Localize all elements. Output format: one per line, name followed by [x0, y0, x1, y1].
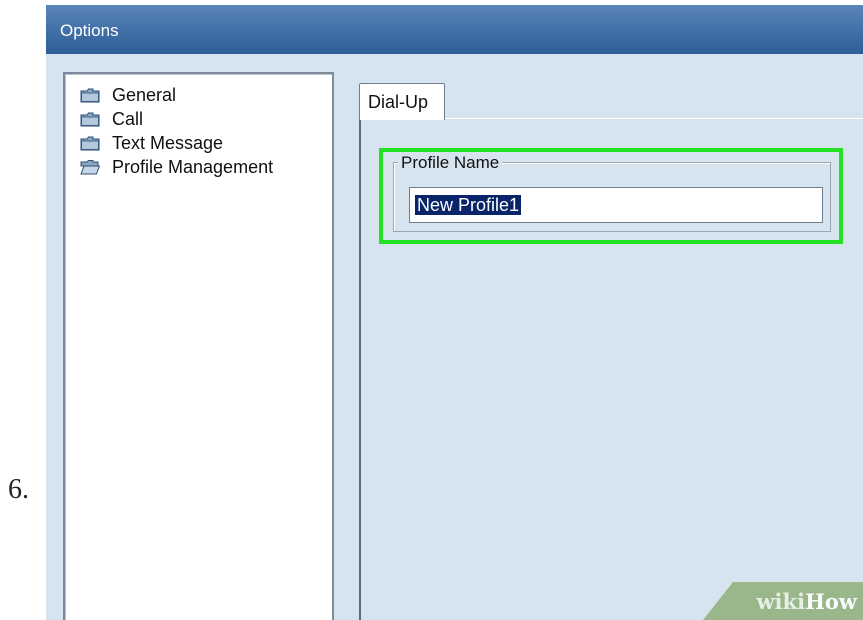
profile-name-label: Profile Name	[398, 153, 503, 173]
profile-name-input[interactable]: New Profile1	[409, 187, 823, 223]
tree-item-label: General	[112, 84, 177, 105]
tab-label: Dial-Up	[368, 92, 429, 112]
folder-closed-icon	[80, 88, 100, 102]
watermark-part2: How	[805, 589, 857, 614]
dialog-body: General Call Text Message Profile Manage…	[46, 54, 863, 620]
options-window: Options General Call Text Message Profil…	[46, 5, 863, 620]
profile-name-value: New Profile1	[415, 195, 522, 215]
folder-closed-icon	[80, 112, 100, 126]
tree-item-general[interactable]: General	[80, 83, 176, 107]
profile-name-group: Profile Name New Profile1	[393, 153, 831, 232]
options-tree: General Call Text Message Profile Manage…	[63, 72, 334, 620]
highlight-box: Profile Name New Profile1	[379, 148, 843, 244]
tree-item-label: Text Message	[112, 132, 224, 153]
folder-open-icon	[80, 159, 100, 174]
watermark-part1: wiki	[756, 589, 806, 614]
tree-item-label: Call	[112, 108, 144, 129]
tree-item-label: Profile Management	[112, 156, 274, 177]
watermark-logo: wikiHow	[756, 589, 857, 614]
folder-closed-icon	[80, 136, 100, 150]
tree-item-call[interactable]: Call	[80, 107, 143, 131]
window-title: Options	[60, 21, 119, 40]
tree-item-text-message[interactable]: Text Message	[80, 131, 223, 155]
step-number: 6.	[8, 474, 29, 505]
title-bar: Options	[46, 5, 863, 54]
tab-panel-dial-up: Profile Name New Profile1	[359, 118, 863, 620]
tab-dial-up[interactable]: Dial-Up	[359, 83, 445, 120]
tree-item-profile-management[interactable]: Profile Management	[80, 155, 273, 179]
